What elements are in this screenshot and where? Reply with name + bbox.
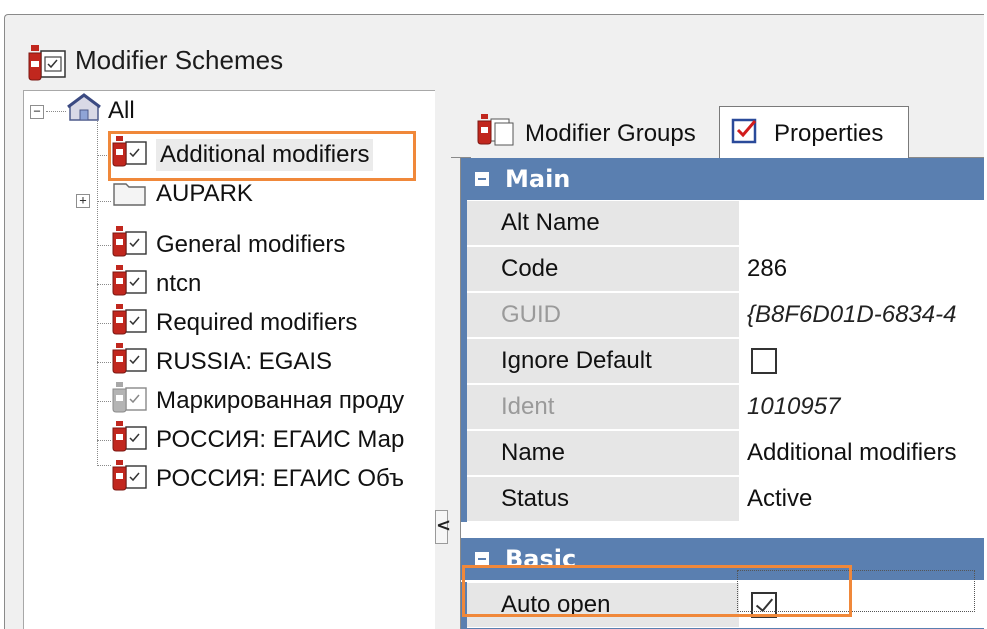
properties-checklist-icon — [730, 115, 760, 152]
property-row-ident[interactable]: Ident 1010957 — [461, 384, 984, 430]
tree-item-russia-egais-obj[interactable]: РОССИЯ: ЕГАИС Объ — [110, 459, 405, 500]
tree-connector — [46, 111, 66, 112]
property-name: Ignore Default — [467, 339, 739, 383]
ignore-default-checkbox[interactable] — [751, 348, 777, 374]
tree-connector — [97, 245, 111, 246]
auto-open-highlight — [462, 565, 852, 617]
tree-root-all[interactable]: All — [66, 92, 135, 131]
modifier-groups-icon — [475, 113, 515, 156]
tree-connector — [97, 323, 111, 324]
category-label: Main — [505, 165, 571, 193]
tree-connector — [97, 284, 111, 285]
root-collapse-toggle[interactable]: − — [30, 105, 44, 119]
tree-item-label: РОССИЯ: ЕГАИС Мар — [156, 426, 405, 453]
tree-item-label: ntcn — [156, 270, 202, 297]
scheme-tree[interactable]: − All Additional modifiers + AUPARK Gene… — [23, 90, 436, 629]
ignore-default-value[interactable] — [741, 339, 984, 383]
tree-connector — [97, 111, 98, 466]
property-row-name[interactable]: Name Additional modifiers — [461, 430, 984, 476]
property-name: Name — [467, 431, 739, 475]
selection-highlight — [108, 131, 416, 181]
property-row-alt-name[interactable]: Alt Name — [461, 200, 984, 246]
property-name: Status — [467, 477, 739, 521]
tree-item-label: РОССИЯ: ЕГАИС Объ — [156, 465, 405, 492]
property-grid: Main Alt Name Code 286 GUID {B8F6D01D-68… — [460, 158, 984, 629]
property-name: Alt Name — [467, 201, 739, 245]
tree-item-label: RUSSIA: EGAIS — [156, 348, 333, 375]
tree-connector — [97, 362, 111, 363]
tree-item-label: Маркированная проду — [156, 387, 405, 414]
modifier-scheme-icon — [25, 43, 67, 85]
guid-value: {B8F6D01D-6834-4 — [741, 293, 984, 337]
tree-connector — [97, 401, 111, 402]
tab-label: Properties — [774, 119, 884, 147]
tree-root-label: All — [108, 97, 135, 124]
status-value[interactable]: Active — [741, 477, 984, 521]
modifier-scheme-icon — [110, 420, 150, 461]
tree-item-marked-products[interactable]: Маркированная проду — [110, 381, 405, 422]
collapse-panel-button[interactable]: < — [435, 510, 451, 544]
tree-item-general-modifiers[interactable]: General modifiers — [110, 225, 346, 266]
tab-label: Modifier Groups — [525, 120, 696, 147]
property-name: Code — [467, 247, 739, 291]
modifier-scheme-icon — [110, 225, 150, 266]
tree-item-label: General modifiers — [156, 231, 346, 258]
panel-splitter[interactable]: < — [435, 90, 451, 629]
window-title: Modifier Schemes — [75, 45, 284, 75]
tree-item-label: AUPARK — [156, 180, 253, 207]
tree-item-required-modifiers[interactable]: Required modifiers — [110, 303, 358, 344]
collapse-category-icon[interactable] — [475, 552, 489, 566]
collapse-category-icon[interactable] — [475, 172, 489, 186]
tree-item-aupark[interactable]: AUPARK — [110, 179, 253, 209]
category-main[interactable]: Main — [461, 158, 984, 200]
modifier-scheme-icon — [110, 303, 150, 344]
name-value[interactable]: Additional modifiers — [741, 431, 984, 475]
tree-connector — [97, 440, 111, 441]
property-name: Ident — [467, 385, 739, 429]
tab-modifier-groups[interactable]: Modifier Groups — [471, 110, 719, 158]
tab-properties[interactable]: Properties — [719, 106, 909, 160]
property-row-ignore-default[interactable]: Ignore Default — [461, 338, 984, 384]
modifier-schemes-window: Modifier Schemes − All Additional modifi… — [4, 14, 984, 629]
property-row-guid[interactable]: GUID {B8F6D01D-6834-4 — [461, 292, 984, 338]
alt-name-value[interactable] — [741, 201, 984, 245]
code-value[interactable]: 286 — [741, 247, 984, 291]
modifier-scheme-icon — [110, 264, 150, 305]
tab-strip: Modifier Groups Properties — [451, 90, 984, 160]
property-row-code[interactable]: Code 286 — [461, 246, 984, 292]
tree-item-russia-egais[interactable]: RUSSIA: EGAIS — [110, 342, 333, 383]
tree-item-ntcn[interactable]: ntcn — [110, 264, 202, 305]
property-name: GUID — [467, 293, 739, 337]
window-titlebar: Modifier Schemes — [5, 15, 984, 87]
tree-item-label: Required modifiers — [156, 309, 358, 336]
aupark-expand-toggle[interactable]: + — [76, 194, 90, 208]
property-row-status[interactable]: Status Active — [461, 476, 984, 522]
ident-value: 1010957 — [741, 385, 984, 429]
modifier-scheme-disabled-icon — [110, 381, 150, 422]
modifier-scheme-icon — [110, 342, 150, 383]
tree-connector — [97, 201, 111, 202]
folder-icon — [110, 179, 150, 209]
tree-connector — [97, 465, 111, 466]
tree-item-russia-egais-mar[interactable]: РОССИЯ: ЕГАИС Мар — [110, 420, 405, 461]
house-folder-icon — [66, 92, 102, 131]
modifier-scheme-icon — [110, 459, 150, 500]
